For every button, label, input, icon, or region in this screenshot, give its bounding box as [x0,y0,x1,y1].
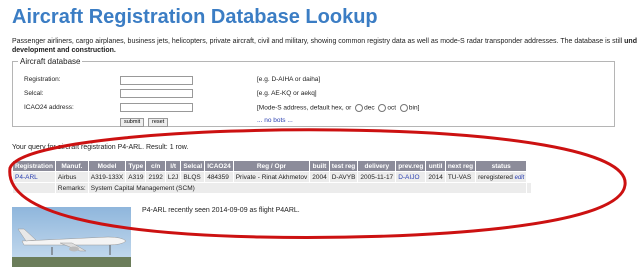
column-header-built: built [309,160,330,172]
status-cell: reregistered edit [475,171,528,183]
remarks-spacer [12,182,56,194]
radio-dec-label: dec [364,104,375,112]
registration-link[interactable]: P4-ARL [15,174,38,181]
cell-type: A319 [125,171,147,183]
radio-oct-label: oct [387,104,397,112]
table-row: P4-ARL Airbus A319-133X A319 2192 L2J BLQS 4843… [12,171,532,183]
cell-next-reg: TU-VAS [444,171,477,183]
column-header-until: until [425,160,446,172]
results-header-row: Registration Manuf. Model Type c/n l/t Selcal I… [12,160,532,172]
remarks-label: Remarks: [54,182,89,194]
no-bots-text: ... no bots ... [257,117,293,124]
cell-c-n: 2192 [145,171,166,183]
aircraft-photo-image [12,207,131,267]
column-header-prev-reg: prev.reg [395,160,427,172]
aircraft-photo[interactable] [12,207,131,267]
cell-icao24: 484359 [204,171,234,183]
query-result-text: Your query for aircraft registration P4-… [12,144,189,151]
registration-input[interactable] [120,76,193,85]
cell-until: 2014 [425,171,446,183]
radio-oct[interactable] [378,104,387,112]
cell-model: A319-133X [87,171,127,183]
column-header-l-t: l/t [164,160,182,172]
reset-button[interactable]: reset [148,118,169,127]
radio-bin-label: bin] [408,104,420,112]
icao24-label: ICAO24 address: [24,104,74,111]
registration-label: Registration: [24,76,61,83]
page-title: Aircraft Registration Database Lookup [12,6,378,28]
column-header-selcal: Selcal [180,160,206,172]
registration-hint: [e.g. D-AIHA or daiha] [257,76,321,83]
radio-dec[interactable] [355,104,364,112]
submit-button[interactable]: submit [120,118,145,127]
remarks-end [526,182,533,194]
intro-bold-2: development and construction. [12,47,116,54]
prev-reg-cell: D-AIJO [395,171,427,183]
selcal-input[interactable] [120,89,193,98]
column-header-c-n: c/n [145,160,166,172]
column-header-registration: Registration [12,160,56,172]
selcal-label: Selcal: [24,90,44,97]
cell-test-reg: D-AVYB [328,171,359,183]
status-text: reregistered [478,173,513,181]
intro-text: Passenger airliners, cargo airplanes, bu… [12,37,640,55]
cell-l-t: L2J [164,171,182,183]
remarks-row: Remarks: System Capital Management (SCM) [12,182,533,194]
intro-body: Passenger airliners, cargo airplanes, bu… [12,38,623,45]
column-header-test-reg: test reg [328,160,359,172]
icao24-hint-text: [Mode-S address, default hex, or [257,104,352,112]
registration-cell: P4-ARL [12,171,56,183]
column-header-model: Model [87,160,127,172]
column-header-next-reg: next reg [444,160,477,172]
column-header-type: Type [125,160,147,172]
cell-manuf: Airbus [54,171,89,183]
cell-selcal: BLQS [180,171,206,183]
cell-delivery: 2005-11-17 [357,171,397,183]
column-header-delivery: delivery [357,160,397,172]
remarks-value: System Capital Management (SCM) [87,182,528,194]
icao24-hint: [Mode-S address, default hex, or dec oct… [257,104,419,112]
column-header-status: status [475,160,528,172]
column-header-manuf: Manuf. [54,160,89,172]
cell-built: 2004 [309,171,330,183]
column-header-icao24: ICAO24 [204,160,234,172]
edit-link[interactable]: edit [515,175,525,181]
results-table: Registration Manuf. Model Type c/n l/t Selcal I… [12,160,533,194]
recently-seen-text: P4-ARL recently seen 2014-09-09 as fligh… [142,207,300,214]
radio-bin[interactable] [399,104,408,112]
column-header-reg-opr: Reg / Opr [232,160,311,172]
icao24-input[interactable] [120,103,193,112]
cell-reg-opr: Private - Rinat Akhmetov [232,171,311,183]
form-legend: Aircraft database [20,57,81,66]
selcal-hint: [e.g. AE-KQ or aekq] [257,90,317,97]
intro-bold-1: und [624,38,637,45]
